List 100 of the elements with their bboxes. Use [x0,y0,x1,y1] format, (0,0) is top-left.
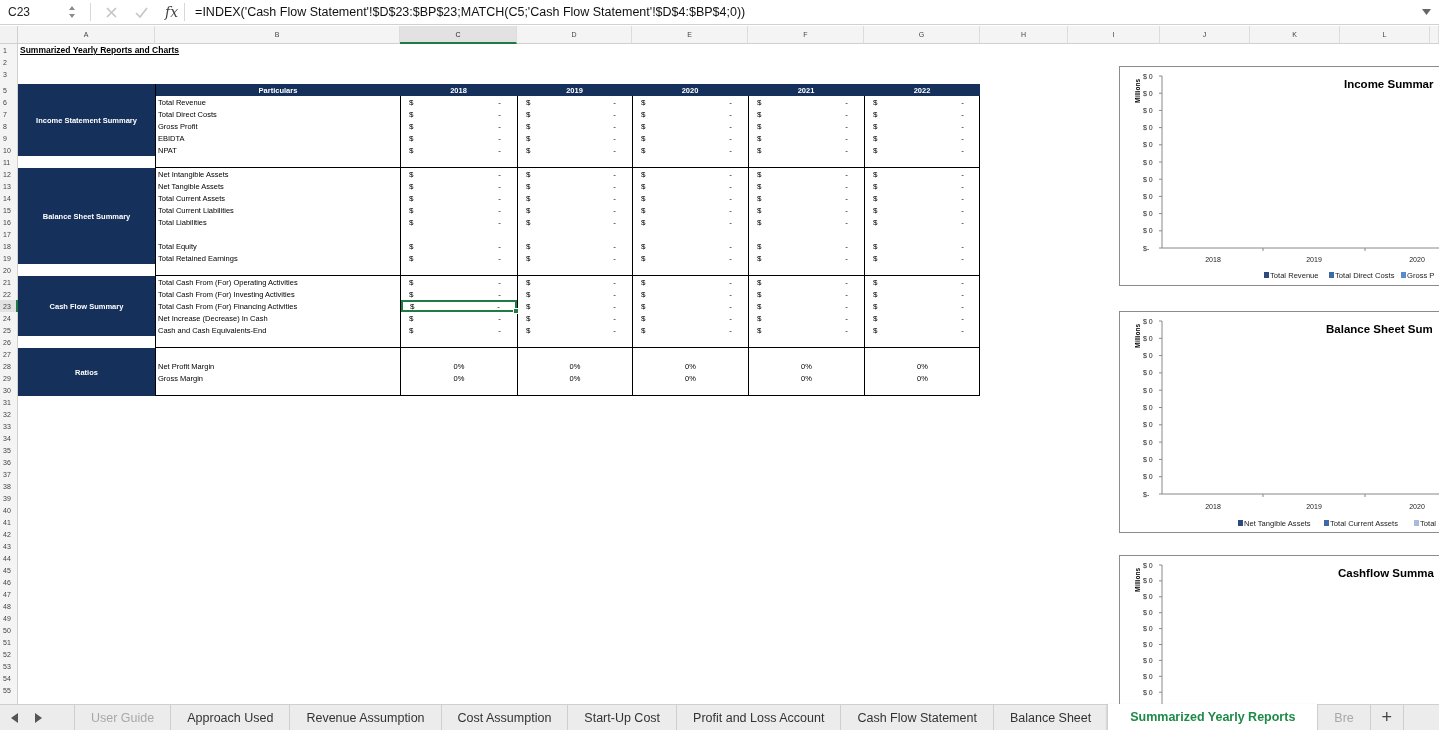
table-cell[interactable]: $ - [518,300,632,312]
cancel-icon[interactable] [106,6,117,18]
table-cell[interactable]: $ - [518,144,632,156]
sheet-tab[interactable]: Start-Up Cost [567,705,677,730]
table-cell[interactable]: $ - [749,144,864,156]
table-cell[interactable]: $ - [633,144,748,156]
table-cell[interactable]: $ - [865,240,980,252]
caret-icon[interactable] [1422,9,1431,15]
table-cell[interactable]: $ - [401,204,517,216]
add-sheet-button[interactable]: + [1369,705,1404,730]
table-cell[interactable]: $ - [633,108,748,120]
table-cell[interactable]: $ - [865,276,980,288]
table-cell[interactable]: $ - [633,180,748,192]
table-cell[interactable]: $ - [518,204,632,216]
table-cell[interactable]: $ - [865,144,980,156]
table-cell[interactable]: $ - [865,216,980,228]
table-cell[interactable]: $ - [749,132,864,144]
table-cell[interactable]: $ - [749,276,864,288]
checkmark-icon[interactable] [135,6,148,18]
table-cell[interactable]: $ - [518,276,632,288]
table-cell[interactable]: $ - [401,168,517,180]
table-cell[interactable]: $ - [865,252,980,264]
table-cell[interactable]: $ - [633,252,748,264]
table-cell[interactable]: $ - [401,120,517,132]
table-cell[interactable]: $ - [401,144,517,156]
table-cell[interactable]: $ - [865,300,980,312]
table-cell[interactable]: $ - [518,312,632,324]
formula-field[interactable]: =INDEX('Cash Flow Statement'!$D$23:$BP$23;MATCH(C5;'Cash Flow Statement'!$D$4:$BP$4;0)) [195,5,746,19]
table-cell[interactable]: $ - [749,120,864,132]
table-cell[interactable]: $ - [865,192,980,204]
table-cell[interactable]: $ - [865,180,980,192]
table-cell[interactable]: $ - [401,132,517,144]
table-cell[interactable]: $ - [633,168,748,180]
function-button[interactable]: fx [165,4,179,20]
table-cell[interactable]: $ - [633,192,748,204]
table-cell[interactable]: $ - [749,204,864,216]
table-cell[interactable]: $ - [749,300,864,312]
table-cell[interactable]: $ - [401,276,517,288]
table-cell[interactable]: $ - [518,180,632,192]
sheet-tab[interactable]: Summarized Yearly Reports [1107,704,1318,730]
table-cell[interactable]: $ - [401,216,517,228]
table-cell[interactable]: $ - [401,252,517,264]
table-cell[interactable]: $ - [749,216,864,228]
table-cell[interactable]: $ - [633,120,748,132]
stepper-icon[interactable] [68,5,76,19]
table-cell[interactable]: $ - [518,240,632,252]
table-cell[interactable]: $ - [518,288,632,300]
previous-sheet-icon[interactable] [11,712,19,723]
table-cell[interactable]: $ - [749,168,864,180]
table-cell[interactable]: $ - [401,324,517,336]
table-cell[interactable]: $ - [518,168,632,180]
table-cell[interactable]: $ - [518,132,632,144]
table-cell[interactable]: $ - [865,132,980,144]
table-cell[interactable]: $ - [518,324,632,336]
next-sheet-icon[interactable] [34,712,42,723]
table-cell[interactable]: $ - [749,252,864,264]
table-cell[interactable]: $ - [518,96,632,108]
table-cell[interactable]: $ - [865,312,980,324]
table-cell[interactable]: $ - [865,288,980,300]
table-cell[interactable]: $ - [749,312,864,324]
sheet-tab[interactable]: Approach Used [170,705,290,730]
table-cell[interactable]: $ - [865,96,980,108]
name-box[interactable]: C23 [0,5,66,19]
table-cell[interactable]: $ - [633,216,748,228]
table-cell[interactable]: $ - [518,252,632,264]
table-cell[interactable]: $ - [401,240,517,252]
table-cell[interactable]: $ - [865,168,980,180]
table-cell[interactable]: $ - [749,192,864,204]
table-cell[interactable]: $ - [633,324,748,336]
table-cell[interactable]: $ - [518,216,632,228]
table-cell[interactable]: $ - [518,108,632,120]
table-cell[interactable]: $ - [633,132,748,144]
sheet-tab[interactable]: Cash Flow Statement [840,705,993,730]
sheet-tab[interactable]: Revenue Assumption [289,705,441,730]
table-cell[interactable]: $ - [633,288,748,300]
table-cell[interactable]: $ - [401,288,517,300]
table-cell[interactable]: $ - [749,96,864,108]
table-cell[interactable]: $ - [865,108,980,120]
table-cell[interactable]: $ - [749,240,864,252]
table-cell[interactable]: $ - [633,276,748,288]
table-cell[interactable]: $ - [865,204,980,216]
table-cell[interactable]: $ - [401,180,517,192]
table-cell[interactable]: $ - [518,192,632,204]
table-cell[interactable]: $ - [633,96,748,108]
table-cell[interactable]: $ - [518,120,632,132]
table-cell[interactable]: $ - [401,300,517,312]
table-cell[interactable]: $ - [633,204,748,216]
table-cell[interactable]: $ - [401,96,517,108]
sheet-tab[interactable]: Cost Assumption [440,705,568,730]
table-cell[interactable]: $ - [865,324,980,336]
table-cell[interactable]: $ - [633,240,748,252]
table-cell[interactable]: $ - [633,312,748,324]
table-cell[interactable]: $ - [401,312,517,324]
table-cell[interactable]: $ - [749,180,864,192]
table-cell[interactable]: $ - [401,108,517,120]
table-cell[interactable]: $ - [749,324,864,336]
sheet-tab[interactable]: Profit and Loss Account [676,705,841,730]
table-cell[interactable]: $ - [865,120,980,132]
table-cell[interactable]: $ - [749,288,864,300]
table-cell[interactable]: $ - [633,300,748,312]
